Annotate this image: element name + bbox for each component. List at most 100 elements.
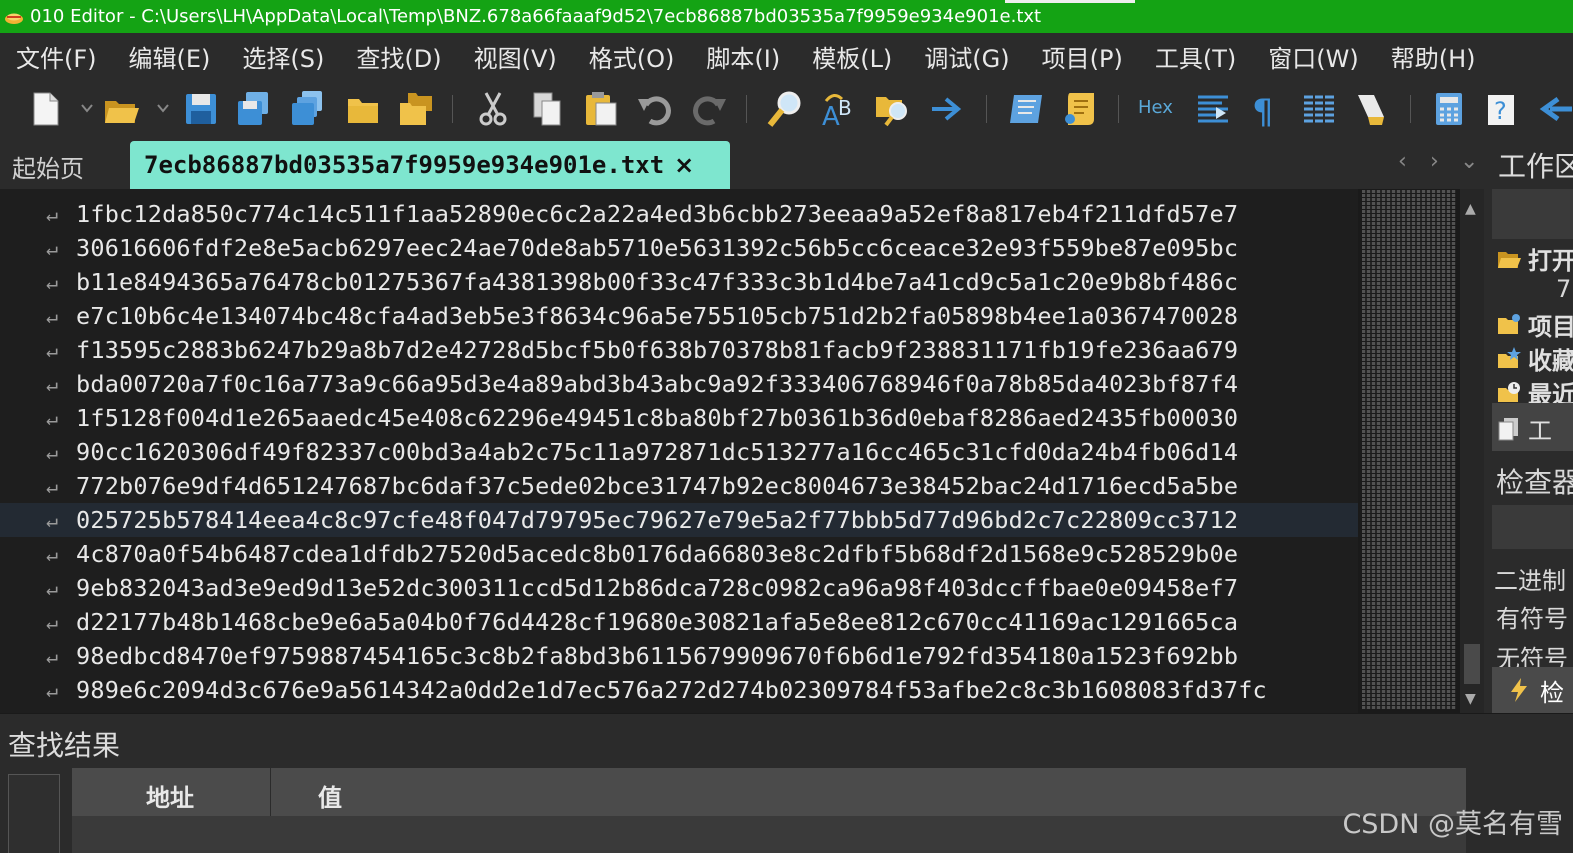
menu-debug[interactable]: 调试(G) <box>908 39 1025 74</box>
tab-start-page[interactable]: 起始页 <box>12 149 84 184</box>
calculator-icon <box>1436 93 1462 125</box>
tab-next-icon[interactable]: › <box>1430 149 1439 174</box>
scrollbar-thumb[interactable] <box>1464 644 1480 684</box>
columns-button[interactable] <box>1298 87 1340 131</box>
tab-active-file[interactable]: 7ecb86887bd03535a7f9959e934e901e.txt × <box>130 141 730 189</box>
save-button[interactable] <box>180 87 222 131</box>
save-as-button[interactable] <box>232 87 274 131</box>
scroll-up-icon[interactable]: ▲ <box>1465 201 1476 217</box>
menu-edit[interactable]: 编辑(E) <box>113 39 227 74</box>
inspector-signed[interactable]: 有符号 <box>1496 599 1568 634</box>
highlight-button[interactable] <box>1350 87 1392 131</box>
editor-line[interactable]: ↵ 1f5128f004d1e265aaedc45e408c62296e49451… <box>0 401 1358 435</box>
inspector-binary[interactable]: 二进制 <box>1494 561 1566 596</box>
find-results-sidebar[interactable] <box>8 774 60 853</box>
editor-line-current[interactable]: ↵ 025725b578414eea4c8c97cfe48f047d79795ec… <box>0 503 1358 537</box>
menu-select[interactable]: 选择(S) <box>226 39 340 74</box>
editor-vertical-scrollbar[interactable]: ▲ ▼ <box>1460 189 1484 713</box>
goto-button[interactable] <box>926 87 968 131</box>
replace-button[interactable]: AB <box>818 87 860 131</box>
editor-line[interactable]: ↵ 30616606fdf2e8e5acb6297eec24ae70de8ab57… <box>0 231 1358 265</box>
find-button[interactable] <box>764 87 806 131</box>
editor-line[interactable]: ↵ bda00720a7f0c16a773a9c66a95d3e4a89abd3b… <box>0 367 1358 401</box>
menu-scripts[interactable]: 脚本(I) <box>690 39 796 74</box>
tools-documents-icon <box>1498 417 1518 440</box>
editor-line[interactable]: ↵ 90cc1620306df49f82337c00bd3a4ab2c75c11a… <box>0 435 1358 469</box>
editor-line[interactable]: ↵ 98edbcd8470ef9759887454165c3c8b2fa8bd3b… <box>0 639 1358 673</box>
open-dropdown-icon[interactable] <box>156 101 170 115</box>
menu-help[interactable]: 帮助(H) <box>1375 39 1492 74</box>
editor-line[interactable]: ↵ f13595c2883b6247b29a8b7d2e42728d5bcf5b0… <box>0 333 1358 367</box>
minimap-row <box>1362 274 1456 277</box>
editor-line[interactable]: ↵ 989e6c2094d3c676e9a5614342a0dd2e1d7ec57… <box>0 673 1358 707</box>
line-end-marker: ↵ <box>45 270 58 294</box>
minimap-row <box>1362 602 1456 605</box>
editor-line[interactable]: ↵ e7c10b6c4e134074bc48cfa4ad3eb5e3f8634c9… <box>0 299 1358 333</box>
workspace-open-files[interactable]: 打开 <box>1496 241 1573 276</box>
minimap-row <box>1362 438 1456 441</box>
menu-view[interactable]: 视图(V) <box>458 39 573 74</box>
editor-line[interactable]: ↵ 772b076e9df4d651247687bc6daf37c5ede02bc… <box>0 469 1358 503</box>
new-dropdown-icon[interactable] <box>80 101 94 115</box>
editor-line[interactable]: ↵ 1fbc12da850c774c14c511f1aa52890ec6c2a22… <box>0 197 1358 231</box>
minimap-row <box>1362 410 1456 413</box>
inspect-button[interactable]: 检 <box>1492 667 1573 713</box>
document-minimap[interactable] <box>1358 189 1460 713</box>
editor-line[interactable]: ↵ 9eb832043ad3e9ed9d13e52dc300311ccd5d12b… <box>0 571 1358 605</box>
tab-file-label: 7ecb86887bd03535a7f9959e934e901e.txt <box>144 151 665 179</box>
column-separator <box>270 768 271 816</box>
menu-window[interactable]: 窗口(W) <box>1252 39 1374 74</box>
text-editor[interactable]: ↵ 1fbc12da850c774c14c511f1aa52890ec6c2a22… <box>0 189 1358 713</box>
calculator-button[interactable] <box>1428 87 1470 131</box>
open-file-button[interactable] <box>100 87 142 131</box>
minimap-row <box>1362 666 1456 669</box>
save-all-button[interactable] <box>286 87 328 131</box>
redo-button[interactable] <box>688 87 730 131</box>
tab-prev-icon[interactable]: ‹ <box>1398 149 1407 174</box>
back-button[interactable] <box>1536 87 1573 131</box>
line-end-marker: ↵ <box>45 474 58 498</box>
menu-templates[interactable]: 模板(L) <box>796 39 908 74</box>
menu-format[interactable]: 格式(O) <box>573 39 691 74</box>
menu-tools[interactable]: 工具(T) <box>1139 39 1252 74</box>
paste-button[interactable] <box>580 87 622 131</box>
help-button[interactable]: ? <box>1482 87 1524 131</box>
workspace-favorites[interactable]: 收藏 <box>1496 341 1573 376</box>
run-script-button[interactable] <box>1006 87 1048 131</box>
new-file-button[interactable] <box>24 87 66 131</box>
menu-file[interactable]: 文件(F) <box>0 39 113 74</box>
editor-line[interactable]: ↵ d22177b48b1468cbe9e6a5a04b0f76d4428cf19… <box>0 605 1358 639</box>
workspace-open-label: 打开 <box>1528 247 1573 275</box>
text-mode-button[interactable] <box>1192 87 1234 131</box>
menu-project[interactable]: 项目(P) <box>1026 39 1139 74</box>
undo-button[interactable] <box>634 87 676 131</box>
editor-line[interactable]: ↵ 4c870a0f54b6487cdea1dfdb27520d5acedc8b0… <box>0 537 1358 571</box>
workspace-project[interactable]: 项目 <box>1496 307 1573 342</box>
workspace-title: 工作区 <box>1498 150 1573 183</box>
menu-search[interactable]: 查找(D) <box>340 39 457 74</box>
open-multiple-button[interactable] <box>394 87 436 131</box>
back-arrow-icon <box>1539 96 1572 122</box>
column-header-address[interactable]: 地址 <box>146 778 194 813</box>
minimap-row <box>1362 558 1456 561</box>
workspace-tools[interactable]: 工 <box>1496 411 1552 446</box>
run-template-button[interactable] <box>1060 87 1102 131</box>
hex-mode-button[interactable]: Hex <box>1138 97 1173 118</box>
open-workspace-button[interactable] <box>342 87 384 131</box>
scroll-down-icon[interactable]: ▼ <box>1465 691 1476 707</box>
column-header-value[interactable]: 值 <box>318 778 342 813</box>
close-tab-icon[interactable]: × <box>674 151 694 179</box>
line-text: 9eb832043ad3e9ed9d13e52dc300311ccd5d12b8… <box>76 574 1239 602</box>
open-folder-icon <box>1498 251 1521 268</box>
copy-button[interactable] <box>526 87 568 131</box>
minimap-row <box>1362 334 1456 337</box>
minimap-row <box>1362 370 1456 373</box>
find-results-table[interactable]: 地址 值 <box>72 768 1466 853</box>
editor-line[interactable]: ↵ b11e8494365a76478cb01275367fa4381398b00… <box>0 265 1358 299</box>
tab-list-icon[interactable]: ⌄ <box>1460 149 1478 174</box>
cut-button[interactable] <box>472 87 514 131</box>
show-whitespace-button[interactable]: ¶ <box>1244 87 1286 131</box>
minimap-row <box>1362 262 1456 265</box>
minimap-row <box>1362 582 1456 585</box>
find-in-files-button[interactable] <box>872 87 914 131</box>
